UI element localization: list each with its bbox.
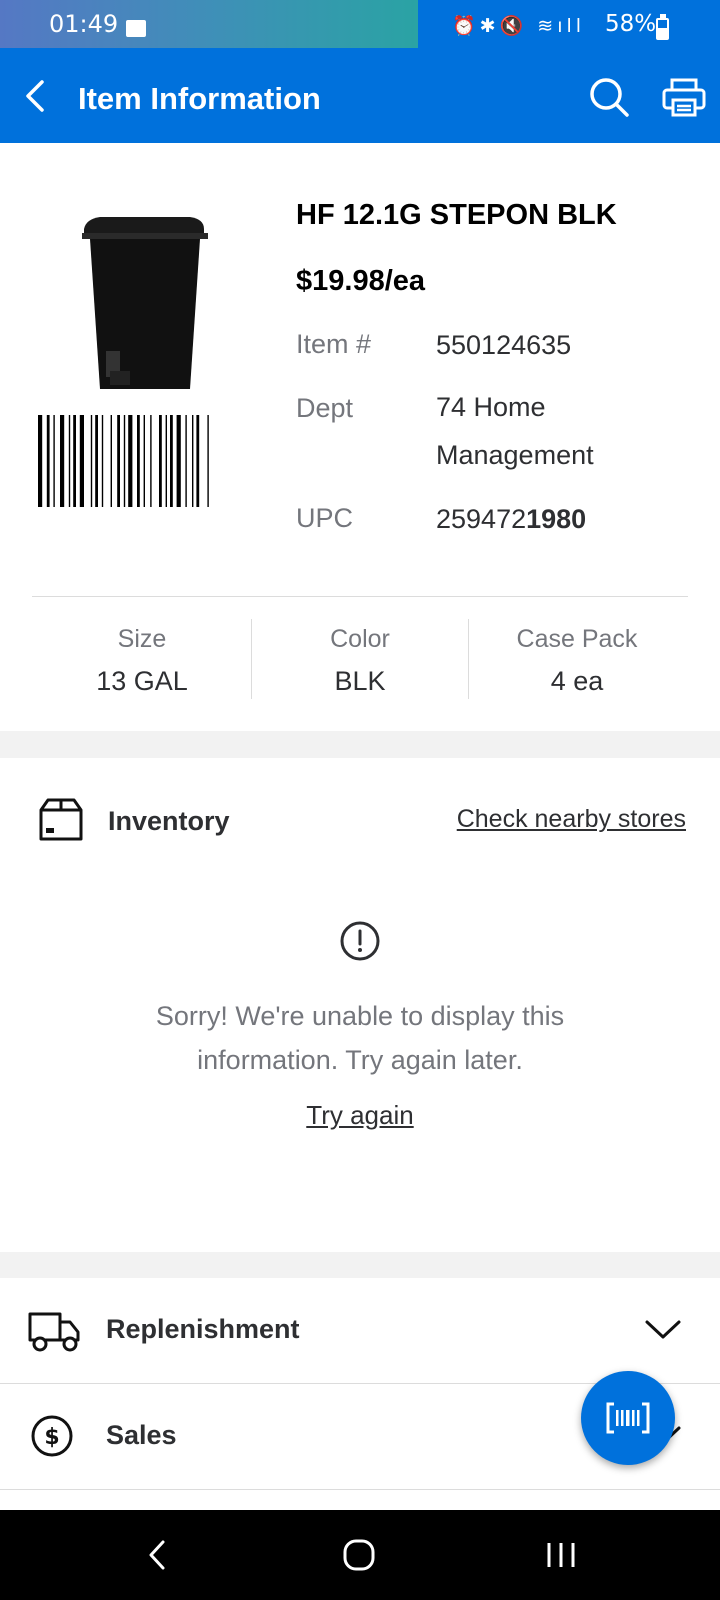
barcode-bar (143, 415, 145, 507)
product-image (82, 217, 208, 389)
dept-value-line1: 74 Home (436, 392, 546, 422)
barcode-bar (60, 415, 65, 507)
barcode-bar (150, 415, 152, 507)
dept-value: 74 Home Management (436, 383, 594, 479)
print-button[interactable] (662, 78, 706, 118)
item-number-value: 550124635 (436, 330, 572, 360)
status-bar: 01:49 ⏰✱🔇 ≋ıll 58% (0, 0, 720, 48)
alert-circle-icon (340, 921, 380, 961)
barcode-bar (170, 415, 173, 507)
app-header: Item Information (0, 48, 720, 143)
upc-value: 2594721980 (436, 495, 586, 543)
battery-percent: 58% (605, 11, 657, 37)
status-time: 01:49 (49, 10, 119, 38)
back-button[interactable] (18, 78, 54, 114)
nav-back-icon (149, 1540, 165, 1570)
chevron-down-icon (645, 1320, 681, 1339)
attribute-color: Color BLK (251, 623, 469, 703)
dept-value-line2: Management (436, 440, 594, 470)
attribute-value: BLK (334, 666, 386, 696)
image-notification-icon (126, 20, 146, 37)
error-message-line1: Sorry! We're unable to display this (155, 1001, 565, 1031)
barcode-bar (68, 415, 71, 507)
nav-recents-icon (547, 1543, 575, 1567)
barcode-bar (79, 415, 84, 507)
attribute-case-pack: Case Pack 4 ea (468, 623, 686, 703)
box-icon (39, 798, 83, 841)
try-again-row: Try again (0, 1100, 720, 1131)
search-icon (590, 78, 629, 117)
error-message-line2: information. Try again later. (197, 1045, 523, 1075)
dollar-icon: $ (31, 1415, 73, 1457)
nav-home-button[interactable] (334, 1530, 384, 1580)
nav-recents-button[interactable] (536, 1530, 586, 1580)
svg-text:$: $ (44, 1425, 59, 1450)
upc-prefix: 259472 (436, 504, 527, 534)
barcode-bar (176, 415, 181, 507)
replenishment-row[interactable]: Replenishment (0, 1278, 720, 1384)
dept-label: Dept (296, 393, 354, 423)
sales-label: Sales (106, 1420, 177, 1450)
printer-icon (662, 78, 706, 117)
upc-suffix: 1980 (526, 504, 587, 534)
page-title: Item Information (78, 81, 321, 116)
search-button[interactable] (588, 76, 630, 118)
item-card: HF 12.1G STEPON BLK $19.98/ea Item # 550… (0, 143, 720, 731)
battery-icon (656, 14, 669, 40)
barcode-bar (73, 415, 76, 507)
check-nearby-stores-link[interactable]: Check nearby stores (457, 805, 686, 834)
attribute-value: 13 GAL (96, 666, 188, 696)
item-barcode (38, 415, 209, 507)
back-arrow-icon (26, 80, 44, 112)
system-nav-bar (0, 1510, 720, 1600)
attribute-label: Color (330, 625, 390, 653)
system-status-icons: ⏰✱🔇 ≋ıll (452, 15, 586, 37)
attribute-label: Case Pack (516, 625, 638, 653)
inventory-title: Inventory (108, 806, 230, 836)
barcode-bar (95, 415, 98, 507)
barcode-bar (207, 415, 209, 507)
error-message: Sorry! We're unable to display this info… (100, 994, 620, 1082)
barcode-scan-icon (606, 1402, 650, 1434)
nav-home-icon (343, 1539, 375, 1571)
barcode-bar (196, 415, 200, 507)
barcode-bar (165, 415, 167, 507)
attribute-value: 4 ea (550, 666, 604, 696)
barcode-bar (46, 415, 50, 507)
nav-back-button[interactable] (133, 1530, 183, 1580)
barcode-bar (123, 415, 126, 507)
divider (32, 596, 688, 597)
truck-icon (28, 1312, 80, 1352)
barcode-bar (53, 415, 55, 507)
barcode-bar (192, 415, 194, 507)
attribute-size: Size 13 GAL (33, 623, 251, 703)
replenishment-label: Replenishment (106, 1314, 300, 1344)
attribute-label: Size (117, 625, 167, 653)
barcode-bar (159, 415, 162, 507)
barcode-bar (128, 415, 133, 507)
barcode-bar (90, 415, 93, 507)
item-name: HF 12.1G STEPON BLK (296, 199, 617, 231)
barcode-bar (185, 415, 187, 507)
try-again-link[interactable]: Try again (306, 1100, 413, 1130)
barcode-bar (101, 415, 104, 507)
barcode-bar (110, 415, 112, 507)
inventory-section: Inventory Check nearby stores Sorry! We'… (0, 758, 720, 1252)
barcode-bar (137, 415, 140, 507)
item-price: $19.98/ea (296, 265, 426, 297)
barcode-bar (38, 415, 43, 507)
scan-button[interactable] (581, 1371, 675, 1465)
barcode-bar (117, 415, 120, 507)
upc-label: UPC (296, 503, 354, 533)
item-number-label: Item # (296, 329, 372, 359)
